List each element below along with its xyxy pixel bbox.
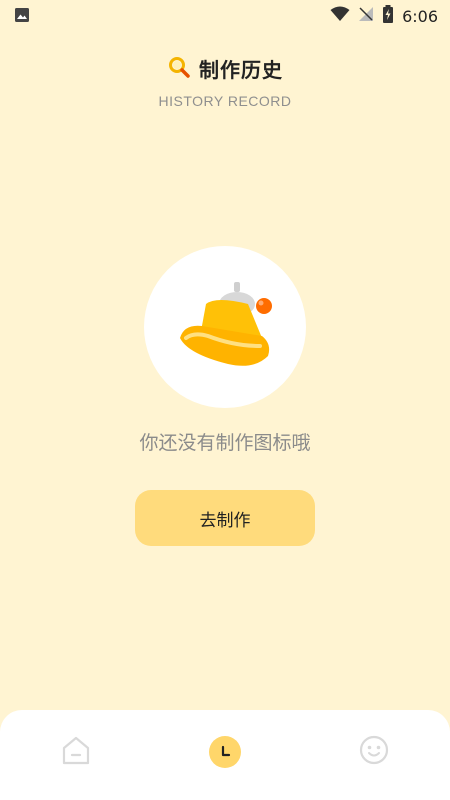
nav-profile[interactable] <box>356 734 392 770</box>
page-subtitle: HISTORY RECORD <box>158 93 292 109</box>
status-bar: 6:06 <box>0 0 450 30</box>
search-icon <box>167 55 191 83</box>
wifi-icon <box>330 6 350 26</box>
page-header: 制作历史 HISTORY RECORD <box>0 54 450 109</box>
empty-message: 你还没有制作图标哦 <box>139 432 311 454</box>
nav-home[interactable] <box>58 734 94 770</box>
go-create-button[interactable]: 去制作 <box>135 490 315 546</box>
nav-history[interactable] <box>207 734 243 770</box>
image-icon <box>14 7 30 27</box>
home-icon <box>60 734 92 770</box>
page-title: 制作历史 <box>199 58 283 82</box>
battery-charging-icon <box>382 5 394 27</box>
status-time: 6:06 <box>402 6 438 26</box>
smiley-icon <box>358 734 390 770</box>
bottom-nav <box>0 710 450 800</box>
clock-icon <box>209 736 241 768</box>
empty-illustration <box>144 246 306 408</box>
no-signal-icon <box>358 6 374 26</box>
bell-illustration <box>180 282 272 366</box>
